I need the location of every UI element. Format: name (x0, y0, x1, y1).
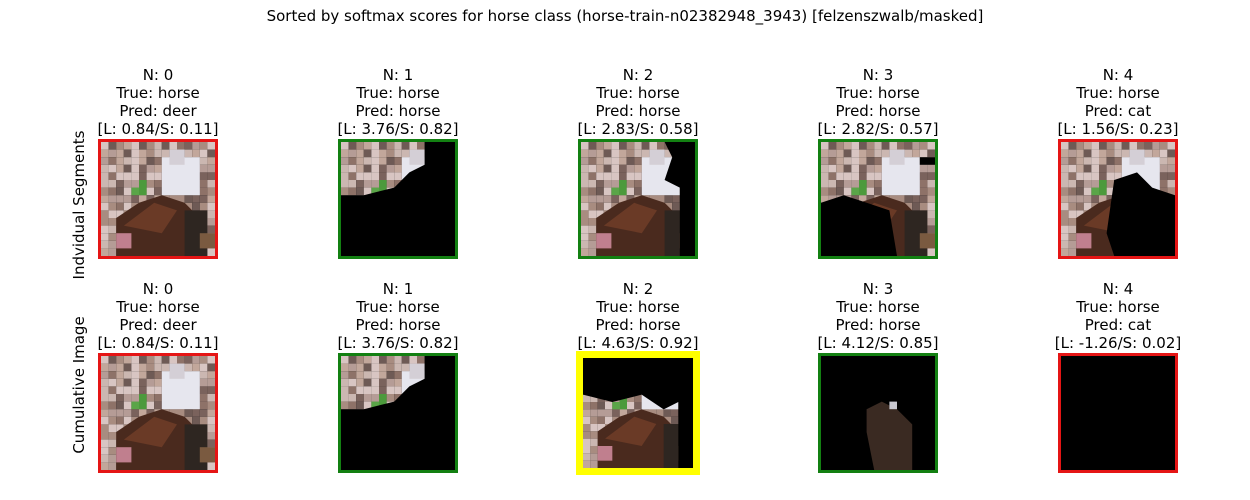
score-label: [L: 4.63/S: 0.92] (577, 334, 699, 352)
score-label: [L: 3.76/S: 0.82] (337, 334, 459, 352)
true-label: True: horse (356, 298, 440, 316)
score-label: [L: 4.12/S: 0.85] (817, 334, 939, 352)
true-label: True: horse (116, 84, 200, 102)
panel-index: N: 2 (622, 280, 654, 298)
segment-image (1058, 139, 1178, 259)
grid-panel: N: 2 True: horse Pred: horse [L: 4.63/S: 0.… (538, 280, 738, 352)
segment-pixels (101, 142, 215, 256)
segment-image (576, 351, 700, 475)
pred-label: Pred: deer (119, 316, 197, 334)
segment-image (338, 353, 458, 473)
grid-panel: N: 0 True: horse Pred: deer [L: 0.84/S: 0.1… (58, 66, 258, 138)
pred-label: Pred: horse (355, 102, 441, 120)
panel-index: N: 0 (142, 66, 174, 84)
score-label: [L: -1.26/S: 0.02] (1054, 334, 1182, 352)
panel-index: N: 1 (382, 280, 414, 298)
score-label: [L: 0.84/S: 0.11] (97, 120, 219, 138)
true-label: True: horse (356, 84, 440, 102)
score-label: [L: 2.83/S: 0.58] (577, 120, 699, 138)
panel-index: N: 4 (1102, 66, 1134, 84)
pred-label: Pred: horse (355, 316, 441, 334)
pred-label: Pred: cat (1084, 316, 1152, 334)
chart-title: Sorted by softmax scores for horse class… (266, 7, 984, 25)
pred-label: Pred: horse (835, 102, 921, 120)
panel-index: N: 2 (622, 66, 654, 84)
grid-panel: N: 4 True: horse Pred: cat [L: 1.56/S: 0.23… (1018, 66, 1218, 138)
grid-panel: N: 4 True: horse Pred: cat [L: -1.26/S: 0.0… (1018, 280, 1218, 352)
grid-panel: N: 3 True: horse Pred: horse [L: 4.12/S: 0.… (778, 280, 978, 352)
segment-image (578, 139, 698, 259)
segment-pixels (581, 142, 695, 256)
segment-pixels (341, 142, 455, 256)
grid-panel: N: 0 True: horse Pred: deer [L: 0.84/S: 0.1… (58, 280, 258, 352)
segment-pixels (583, 358, 693, 468)
panel-index: N: 3 (862, 280, 894, 298)
true-label: True: horse (596, 84, 680, 102)
segment-pixels (821, 356, 935, 470)
segment-image (338, 139, 458, 259)
segment-image (818, 353, 938, 473)
segment-pixels (821, 142, 935, 256)
segment-pixels (1061, 356, 1175, 470)
grid-panel: N: 1 True: horse Pred: horse [L: 3.76/S: 0.… (298, 66, 498, 138)
segment-image (98, 139, 218, 259)
segment-pixels (341, 356, 455, 470)
segment-image (1058, 353, 1178, 473)
pred-label: Pred: horse (595, 102, 681, 120)
true-label: True: horse (596, 298, 680, 316)
score-label: [L: 3.76/S: 0.82] (337, 120, 459, 138)
true-label: True: horse (116, 298, 200, 316)
pred-label: Pred: cat (1084, 102, 1152, 120)
row-label: Indvidual Segments (70, 130, 88, 280)
panel-index: N: 0 (142, 280, 174, 298)
panel-index: N: 3 (862, 66, 894, 84)
score-label: [L: 2.82/S: 0.57] (817, 120, 939, 138)
panel-index: N: 4 (1102, 280, 1134, 298)
grid-panel: N: 3 True: horse Pred: horse [L: 2.82/S: 0.… (778, 66, 978, 138)
panel-index: N: 1 (382, 66, 414, 84)
segment-image (818, 139, 938, 259)
grid-panel: N: 2 True: horse Pred: horse [L: 2.83/S: 0.… (538, 66, 738, 138)
segment-pixels (1061, 142, 1175, 256)
true-label: True: horse (836, 84, 920, 102)
pred-label: Pred: horse (835, 316, 921, 334)
pred-label: Pred: deer (119, 102, 197, 120)
true-label: True: horse (1076, 84, 1160, 102)
true-label: True: horse (836, 298, 920, 316)
score-label: [L: 0.84/S: 0.11] (97, 334, 219, 352)
segment-image (98, 353, 218, 473)
segment-pixels (101, 356, 215, 470)
score-label: [L: 1.56/S: 0.23] (1057, 120, 1179, 138)
grid-panel: N: 1 True: horse Pred: horse [L: 3.76/S: 0.… (298, 280, 498, 352)
pred-label: Pred: horse (595, 316, 681, 334)
true-label: True: horse (1076, 298, 1160, 316)
